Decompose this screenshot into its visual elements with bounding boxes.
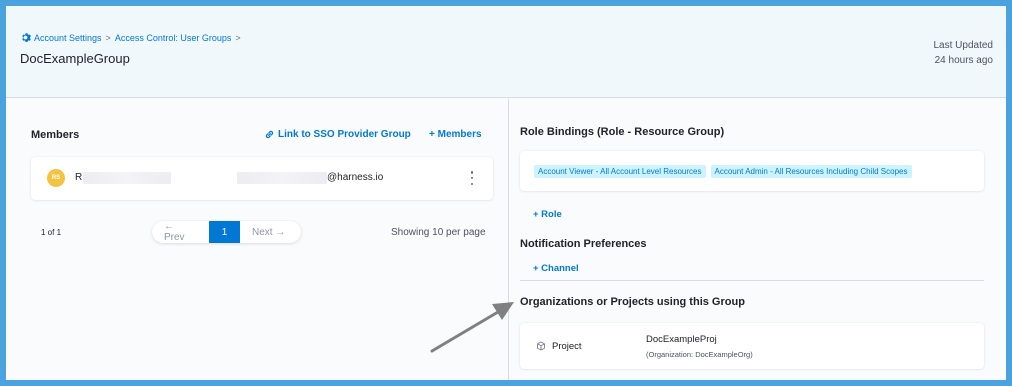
add-members-button[interactable]: + Members (429, 129, 482, 140)
role-bindings-card: Account Viewer - All Account Level Resou… (520, 151, 984, 191)
add-channel-button[interactable]: + Channel (533, 263, 579, 274)
last-updated-value: 24 hours ago (934, 55, 993, 66)
cube-icon (537, 341, 545, 351)
link-icon (265, 130, 274, 139)
page-frame: Account Settings > Access Control: User … (6, 6, 1006, 380)
member-row: RS R @harness.io (31, 157, 493, 200)
more-options-icon[interactable] (467, 171, 477, 185)
members-title: Members (31, 129, 80, 141)
project-org: (Organization: DocExampleOrg) (646, 350, 753, 359)
details-panel: Role Bindings (Role - Resource Group) Ac… (509, 99, 1006, 380)
gear-icon (22, 33, 31, 43)
role-binding-tag: Account Admin - All Resources Including … (710, 164, 912, 178)
breadcrumb-separator: > (105, 32, 111, 43)
project-type: Project (552, 341, 582, 352)
breadcrumb-account-settings[interactable]: Account Settings (34, 33, 102, 43)
page-title: DocExampleGroup (20, 51, 130, 66)
page-size-label: Showing 10 per page (391, 227, 486, 238)
link-sso-button[interactable]: Link to SSO Provider Group (264, 129, 411, 140)
breadcrumb-user-groups[interactable]: Access Control: User Groups (115, 33, 232, 43)
org-projects-title: Organizations or Projects using this Gro… (520, 296, 745, 308)
member-name: R (75, 172, 83, 183)
notification-preferences-title: Notification Preferences (520, 238, 647, 250)
role-bindings-title: Role Bindings (Role - Resource Group) (520, 126, 725, 138)
last-updated: Last Updated 24 hours ago (934, 38, 994, 68)
next-page-button[interactable]: Next → (240, 221, 301, 243)
redacted-name (83, 172, 171, 184)
add-role-button[interactable]: + Role (533, 209, 562, 220)
link-sso-label: Link to SSO Provider Group (278, 129, 411, 140)
project-name: DocExampleProj (646, 334, 717, 345)
last-updated-label: Last Updated (933, 40, 994, 51)
page-number-button[interactable]: 1 (209, 221, 240, 243)
avatar: RS (47, 169, 65, 187)
redacted-email (237, 172, 327, 184)
section-divider (520, 280, 984, 281)
members-panel: Members Link to SSO Provider Group + Mem… (6, 99, 508, 380)
breadcrumb: Account Settings > Access Control: User … (20, 32, 245, 43)
prev-page-button[interactable]: ← Prev (152, 221, 209, 243)
role-binding-tag: Account Viewer - All Account Level Resou… (534, 164, 706, 178)
pagination: ← Prev 1 Next → (152, 221, 301, 243)
member-email: @harness.io (327, 172, 384, 183)
page-header: Account Settings > Access Control: User … (6, 6, 1006, 98)
page-count: 1 of 1 (41, 228, 62, 237)
project-card: Project DocExampleProj (Organization: Do… (520, 323, 984, 369)
breadcrumb-separator: > (235, 32, 241, 43)
